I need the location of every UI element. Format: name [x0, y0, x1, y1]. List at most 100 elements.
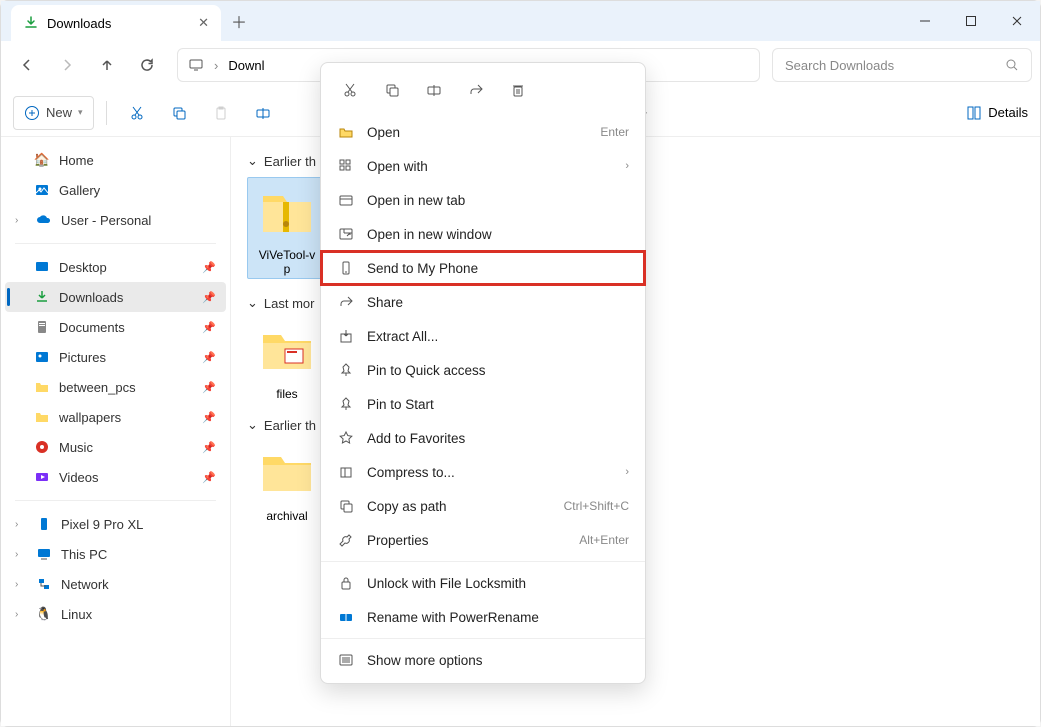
sidebar-item-documents[interactable]: Documents📌 — [5, 312, 226, 342]
context-copy-path[interactable]: Copy as pathCtrl+Shift+C — [321, 489, 645, 523]
close-button[interactable] — [994, 1, 1040, 41]
sidebar-item-between-pcs[interactable]: between_pcs📌 — [5, 372, 226, 402]
separator — [106, 101, 107, 125]
sidebar-item-linux[interactable]: ›🐧Linux — [5, 599, 226, 629]
linux-icon: 🐧 — [35, 605, 53, 623]
context-send-to-phone[interactable]: Send to My Phone — [321, 251, 645, 285]
copy-path-icon — [337, 497, 355, 515]
extract-icon — [337, 327, 355, 345]
paste-button[interactable] — [203, 96, 239, 130]
sidebar-item-downloads[interactable]: Downloads📌 — [5, 282, 226, 312]
file-vivetool[interactable]: ViVeTool-v p — [247, 177, 327, 279]
context-extract[interactable]: Extract All... — [321, 319, 645, 353]
chevron-right-icon: › — [15, 579, 27, 590]
separator — [15, 243, 216, 244]
chevron-right-icon: › — [15, 215, 27, 226]
pin-icon: 📌 — [202, 471, 216, 484]
context-pin-quick[interactable]: Pin to Quick access — [321, 353, 645, 387]
context-properties[interactable]: PropertiesAlt+Enter — [321, 523, 645, 557]
new-button[interactable]: New ▾ — [13, 96, 94, 130]
delete-button[interactable] — [501, 75, 535, 105]
context-add-favorites[interactable]: Add to Favorites — [321, 421, 645, 455]
chevron-down-icon: ⌄ — [247, 153, 258, 169]
sidebar-item-pixel[interactable]: ›Pixel 9 Pro XL — [5, 509, 226, 539]
new-tab-button[interactable]: ＋ — [231, 9, 247, 33]
context-show-more[interactable]: Show more options — [321, 643, 645, 677]
folder-icon — [255, 319, 319, 383]
phone-icon — [337, 259, 355, 277]
chevron-right-icon: › — [625, 160, 629, 172]
chevron-right-icon: › — [15, 609, 27, 620]
sidebar-item-pictures[interactable]: Pictures📌 — [5, 342, 226, 372]
pin-icon: 📌 — [202, 291, 216, 304]
pictures-icon — [33, 348, 51, 366]
share-icon — [337, 293, 355, 311]
close-icon[interactable]: ✕ — [198, 15, 209, 31]
pc-icon — [35, 545, 53, 563]
folder-icon — [33, 378, 51, 396]
share-button[interactable] — [459, 75, 493, 105]
plus-circle-icon — [24, 105, 40, 121]
sidebar-item-home[interactable]: 🏠Home — [5, 145, 226, 175]
zip-icon — [255, 180, 319, 244]
tab-icon — [337, 191, 355, 209]
more-icon — [337, 651, 355, 669]
network-icon — [35, 575, 53, 593]
apps-icon — [337, 157, 355, 175]
sidebar-item-gallery[interactable]: Gallery — [5, 175, 226, 205]
file-archival[interactable]: archival — [247, 441, 327, 523]
sidebar-item-music[interactable]: Music📌 — [5, 432, 226, 462]
pin-icon: 📌 — [202, 381, 216, 394]
gallery-icon — [33, 181, 51, 199]
tab-downloads[interactable]: Downloads ✕ — [11, 5, 221, 41]
context-rename-power[interactable]: Rename with PowerRename — [321, 600, 645, 634]
maximize-button[interactable] — [948, 1, 994, 41]
sidebar-item-user[interactable]: ›User - Personal — [5, 205, 226, 235]
rename-power-icon — [337, 608, 355, 626]
context-share[interactable]: Share — [321, 285, 645, 319]
file-label: archival — [266, 509, 307, 523]
context-unlock[interactable]: Unlock with File Locksmith — [321, 566, 645, 600]
file-label: ViVeTool-v p — [259, 248, 315, 276]
monitor-icon — [188, 57, 204, 73]
sidebar-item-network[interactable]: ›Network — [5, 569, 226, 599]
refresh-button[interactable] — [129, 47, 165, 83]
sidebar: 🏠Home Gallery ›User - Personal Desktop📌 … — [1, 137, 231, 726]
sidebar-item-desktop[interactable]: Desktop📌 — [5, 252, 226, 282]
download-icon — [33, 288, 51, 306]
cut-button[interactable] — [333, 75, 367, 105]
video-icon — [33, 468, 51, 486]
context-open-tab[interactable]: Open in new tab — [321, 183, 645, 217]
context-open-with[interactable]: Open with› — [321, 149, 645, 183]
folder-icon — [255, 441, 319, 505]
lock-icon — [337, 574, 355, 592]
context-open-window[interactable]: Open in new window — [321, 217, 645, 251]
cut-button[interactable] — [119, 96, 155, 130]
sidebar-item-videos[interactable]: Videos📌 — [5, 462, 226, 492]
folder-icon — [33, 408, 51, 426]
context-open[interactable]: OpenEnter — [321, 115, 645, 149]
search-placeholder: Search Downloads — [785, 58, 894, 73]
copy-button[interactable] — [375, 75, 409, 105]
rename-button[interactable] — [245, 96, 281, 130]
sidebar-item-wallpapers[interactable]: wallpapers📌 — [5, 402, 226, 432]
details-button[interactable]: Details — [966, 105, 1028, 121]
context-pin-start[interactable]: Pin to Start — [321, 387, 645, 421]
window-controls — [902, 1, 1040, 41]
minimize-button[interactable] — [902, 1, 948, 41]
rename-button[interactable] — [417, 75, 451, 105]
star-icon — [337, 429, 355, 447]
onedrive-icon — [35, 211, 53, 229]
back-button[interactable] — [9, 47, 45, 83]
context-compress[interactable]: Compress to...› — [321, 455, 645, 489]
up-button[interactable] — [89, 47, 125, 83]
chevron-right-icon: › — [15, 519, 27, 530]
search-input[interactable]: Search Downloads — [772, 48, 1032, 82]
sidebar-item-thispc[interactable]: ›This PC — [5, 539, 226, 569]
separator — [15, 500, 216, 501]
context-iconbar — [321, 69, 645, 115]
file-files[interactable]: files — [247, 319, 327, 401]
chevron-right-icon: › — [15, 549, 27, 560]
forward-button[interactable] — [49, 47, 85, 83]
copy-button[interactable] — [161, 96, 197, 130]
